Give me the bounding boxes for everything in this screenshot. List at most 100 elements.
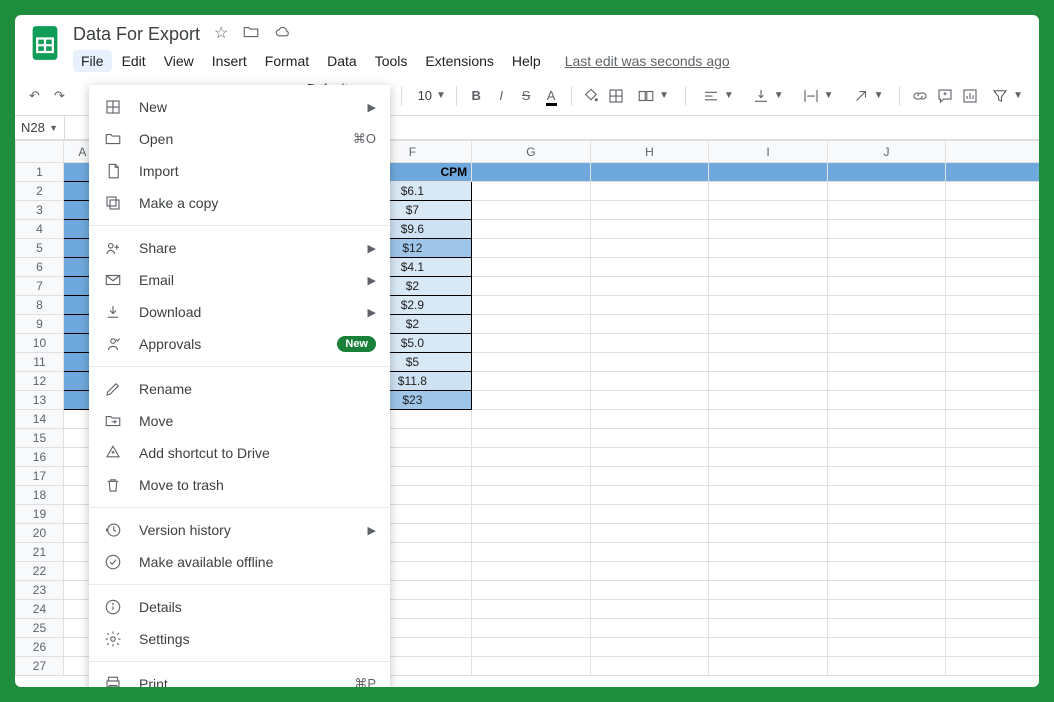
cell[interactable]: [472, 619, 591, 638]
cell[interactable]: [709, 296, 828, 315]
menu-extensions[interactable]: Extensions: [417, 50, 501, 72]
row-header[interactable]: 25: [16, 619, 64, 638]
cell[interactable]: [590, 638, 709, 657]
cell[interactable]: [590, 657, 709, 676]
wrap-button[interactable]: ▼: [796, 85, 840, 107]
cell[interactable]: [472, 391, 591, 410]
row-header[interactable]: 26: [16, 638, 64, 657]
cell[interactable]: [946, 315, 1039, 334]
row-header[interactable]: 12: [16, 372, 64, 391]
cell[interactable]: [709, 657, 828, 676]
cell[interactable]: [472, 277, 591, 296]
cell[interactable]: [590, 619, 709, 638]
cell[interactable]: [946, 163, 1039, 182]
cell[interactable]: [590, 600, 709, 619]
select-all-corner[interactable]: [16, 141, 64, 163]
cell[interactable]: [590, 315, 709, 334]
cell[interactable]: [827, 239, 946, 258]
cell[interactable]: [709, 239, 828, 258]
cell[interactable]: [472, 372, 591, 391]
file-details[interactable]: Details: [89, 591, 390, 623]
cell[interactable]: [590, 239, 709, 258]
cell[interactable]: [709, 182, 828, 201]
cell[interactable]: [590, 562, 709, 581]
file-email[interactable]: Email▶: [89, 264, 390, 296]
menu-tools[interactable]: Tools: [367, 50, 416, 72]
cell[interactable]: [946, 543, 1039, 562]
cell[interactable]: [472, 486, 591, 505]
cell[interactable]: [827, 429, 946, 448]
column-header[interactable]: H: [590, 141, 709, 163]
file-shortcut[interactable]: Add shortcut to Drive: [89, 437, 390, 469]
cell[interactable]: [946, 505, 1039, 524]
row-header[interactable]: 10: [16, 334, 64, 353]
cell[interactable]: [827, 562, 946, 581]
cell[interactable]: [827, 391, 946, 410]
file-share[interactable]: Share▶: [89, 232, 390, 264]
row-header[interactable]: 24: [16, 600, 64, 619]
file-move[interactable]: Move: [89, 405, 390, 437]
cell[interactable]: [827, 315, 946, 334]
row-header[interactable]: 14: [16, 410, 64, 429]
cell[interactable]: [946, 391, 1039, 410]
italic-button[interactable]: I: [492, 84, 511, 108]
cell[interactable]: [946, 277, 1039, 296]
cell[interactable]: [709, 619, 828, 638]
cell[interactable]: [709, 315, 828, 334]
v-align-button[interactable]: ▼: [746, 85, 790, 107]
text-color-button[interactable]: A: [542, 84, 561, 108]
row-header[interactable]: 5: [16, 239, 64, 258]
cell[interactable]: [590, 296, 709, 315]
move-folder-icon[interactable]: [242, 23, 260, 46]
chart-button[interactable]: [960, 84, 979, 108]
file-open[interactable]: Open⌘O: [89, 123, 390, 155]
cell[interactable]: [827, 296, 946, 315]
cell[interactable]: [590, 277, 709, 296]
cell[interactable]: [946, 334, 1039, 353]
file-download[interactable]: Download▶: [89, 296, 390, 328]
fill-color-button[interactable]: [581, 84, 600, 108]
cell[interactable]: [709, 505, 828, 524]
column-header[interactable]: I: [709, 141, 828, 163]
row-header[interactable]: 11: [16, 353, 64, 372]
cell[interactable]: [946, 619, 1039, 638]
cell[interactable]: [946, 486, 1039, 505]
row-header[interactable]: 3: [16, 201, 64, 220]
row-header[interactable]: 2: [16, 182, 64, 201]
cell[interactable]: [590, 391, 709, 410]
cell[interactable]: [590, 524, 709, 543]
cell[interactable]: [709, 372, 828, 391]
cell[interactable]: [590, 486, 709, 505]
row-header[interactable]: 16: [16, 448, 64, 467]
cell[interactable]: [827, 638, 946, 657]
cell[interactable]: [709, 638, 828, 657]
cell[interactable]: [709, 524, 828, 543]
cell[interactable]: [590, 334, 709, 353]
cell[interactable]: [709, 163, 828, 182]
cell[interactable]: [827, 410, 946, 429]
cell[interactable]: [827, 353, 946, 372]
cell[interactable]: [472, 467, 591, 486]
cell[interactable]: [709, 448, 828, 467]
cell[interactable]: [827, 182, 946, 201]
row-header[interactable]: 17: [16, 467, 64, 486]
cell[interactable]: [590, 429, 709, 448]
cell[interactable]: [590, 543, 709, 562]
cell[interactable]: [827, 163, 946, 182]
cell[interactable]: [709, 258, 828, 277]
file-new[interactable]: New▶: [89, 91, 390, 123]
cell[interactable]: [590, 467, 709, 486]
column-header[interactable]: [946, 141, 1039, 163]
cell[interactable]: [590, 182, 709, 201]
cell[interactable]: [946, 220, 1039, 239]
last-edit-link[interactable]: Last edit was seconds ago: [565, 53, 730, 69]
cell[interactable]: [590, 448, 709, 467]
row-header[interactable]: 27: [16, 657, 64, 676]
row-header[interactable]: 4: [16, 220, 64, 239]
file-copy[interactable]: Make a copy: [89, 187, 390, 219]
row-header[interactable]: 1: [16, 163, 64, 182]
cell[interactable]: [590, 353, 709, 372]
cell[interactable]: [472, 448, 591, 467]
cell[interactable]: [472, 296, 591, 315]
strike-button[interactable]: S: [517, 84, 536, 108]
